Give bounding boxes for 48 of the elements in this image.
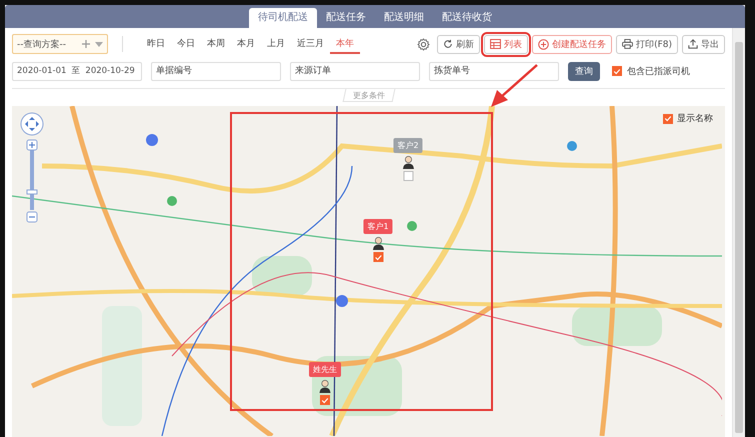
map-poi-icon[interactable] (567, 141, 577, 151)
marker-label[interactable]: 姓先生 (309, 362, 341, 377)
header-tab[interactable]: 配送任务 (317, 8, 375, 28)
input-field[interactable]: 单据编号 (151, 62, 281, 80)
date-shortcut-tab[interactable]: 本月 (231, 34, 261, 54)
date-shortcut-tab[interactable]: 昨日 (141, 34, 171, 54)
caret-icon (95, 42, 103, 46)
person-avatar-icon (371, 236, 385, 250)
printer-icon (622, 39, 634, 49)
scrollbar[interactable] (732, 28, 745, 437)
marker-checkbox[interactable] (320, 395, 330, 405)
map-poi-icon[interactable] (336, 295, 348, 307)
upload-icon (688, 39, 698, 49)
marker-checkbox[interactable] (373, 252, 383, 262)
export-button[interactable]: 导出 (682, 34, 725, 54)
search-button[interactable]: 查询 (568, 62, 600, 80)
header-tab[interactable]: 配送待收货 (433, 8, 501, 28)
show-names-checkbox[interactable] (663, 114, 673, 124)
header-tab[interactable]: 待司机配送 (249, 8, 317, 28)
print-button[interactable]: 打印(F8) (616, 34, 678, 54)
more-conditions-toggle[interactable]: 更多条件 (342, 89, 395, 102)
date-shortcut-tab[interactable]: 近三月 (291, 34, 330, 54)
query-scheme-dropdown[interactable]: --查询方案-- (12, 34, 108, 54)
date-shortcut-tab[interactable]: 上月 (261, 34, 291, 54)
refresh-button[interactable]: 刷新 (437, 34, 480, 54)
header-tab[interactable]: 配送明细 (375, 8, 433, 28)
table-icon (490, 39, 502, 49)
input-field[interactable]: 来源订单 (290, 62, 420, 80)
checkbox-label: 包含已指派司机 (627, 66, 690, 78)
map-poi-icon[interactable] (167, 196, 177, 206)
date-range-field[interactable]: 2020-01-01 至 2020-10-29 (12, 62, 142, 80)
date-shortcut-tab[interactable]: 今日 (171, 34, 201, 54)
map-poi-icon[interactable] (146, 134, 158, 146)
create-task-button[interactable]: 创建配送任务 (532, 34, 612, 54)
settings-icon (417, 38, 430, 50)
plus-icon (82, 40, 90, 48)
person-avatar-icon (318, 379, 332, 393)
date-shortcut-tab[interactable]: 本年 (330, 34, 360, 54)
refresh-icon (443, 39, 454, 49)
map-poi-icon[interactable] (407, 221, 417, 231)
date-shortcut-tab[interactable]: 本周 (201, 34, 231, 54)
input-field[interactable]: 拣货单号 (429, 62, 559, 80)
marker-checkbox[interactable] (403, 171, 413, 181)
include-assigned-checkbox[interactable] (612, 66, 622, 76)
person-avatar-icon (401, 155, 415, 169)
checkbox-label: 显示名称 (677, 112, 713, 125)
plus-circle-icon (538, 38, 550, 50)
marker-label[interactable]: 客户1 (363, 219, 393, 234)
